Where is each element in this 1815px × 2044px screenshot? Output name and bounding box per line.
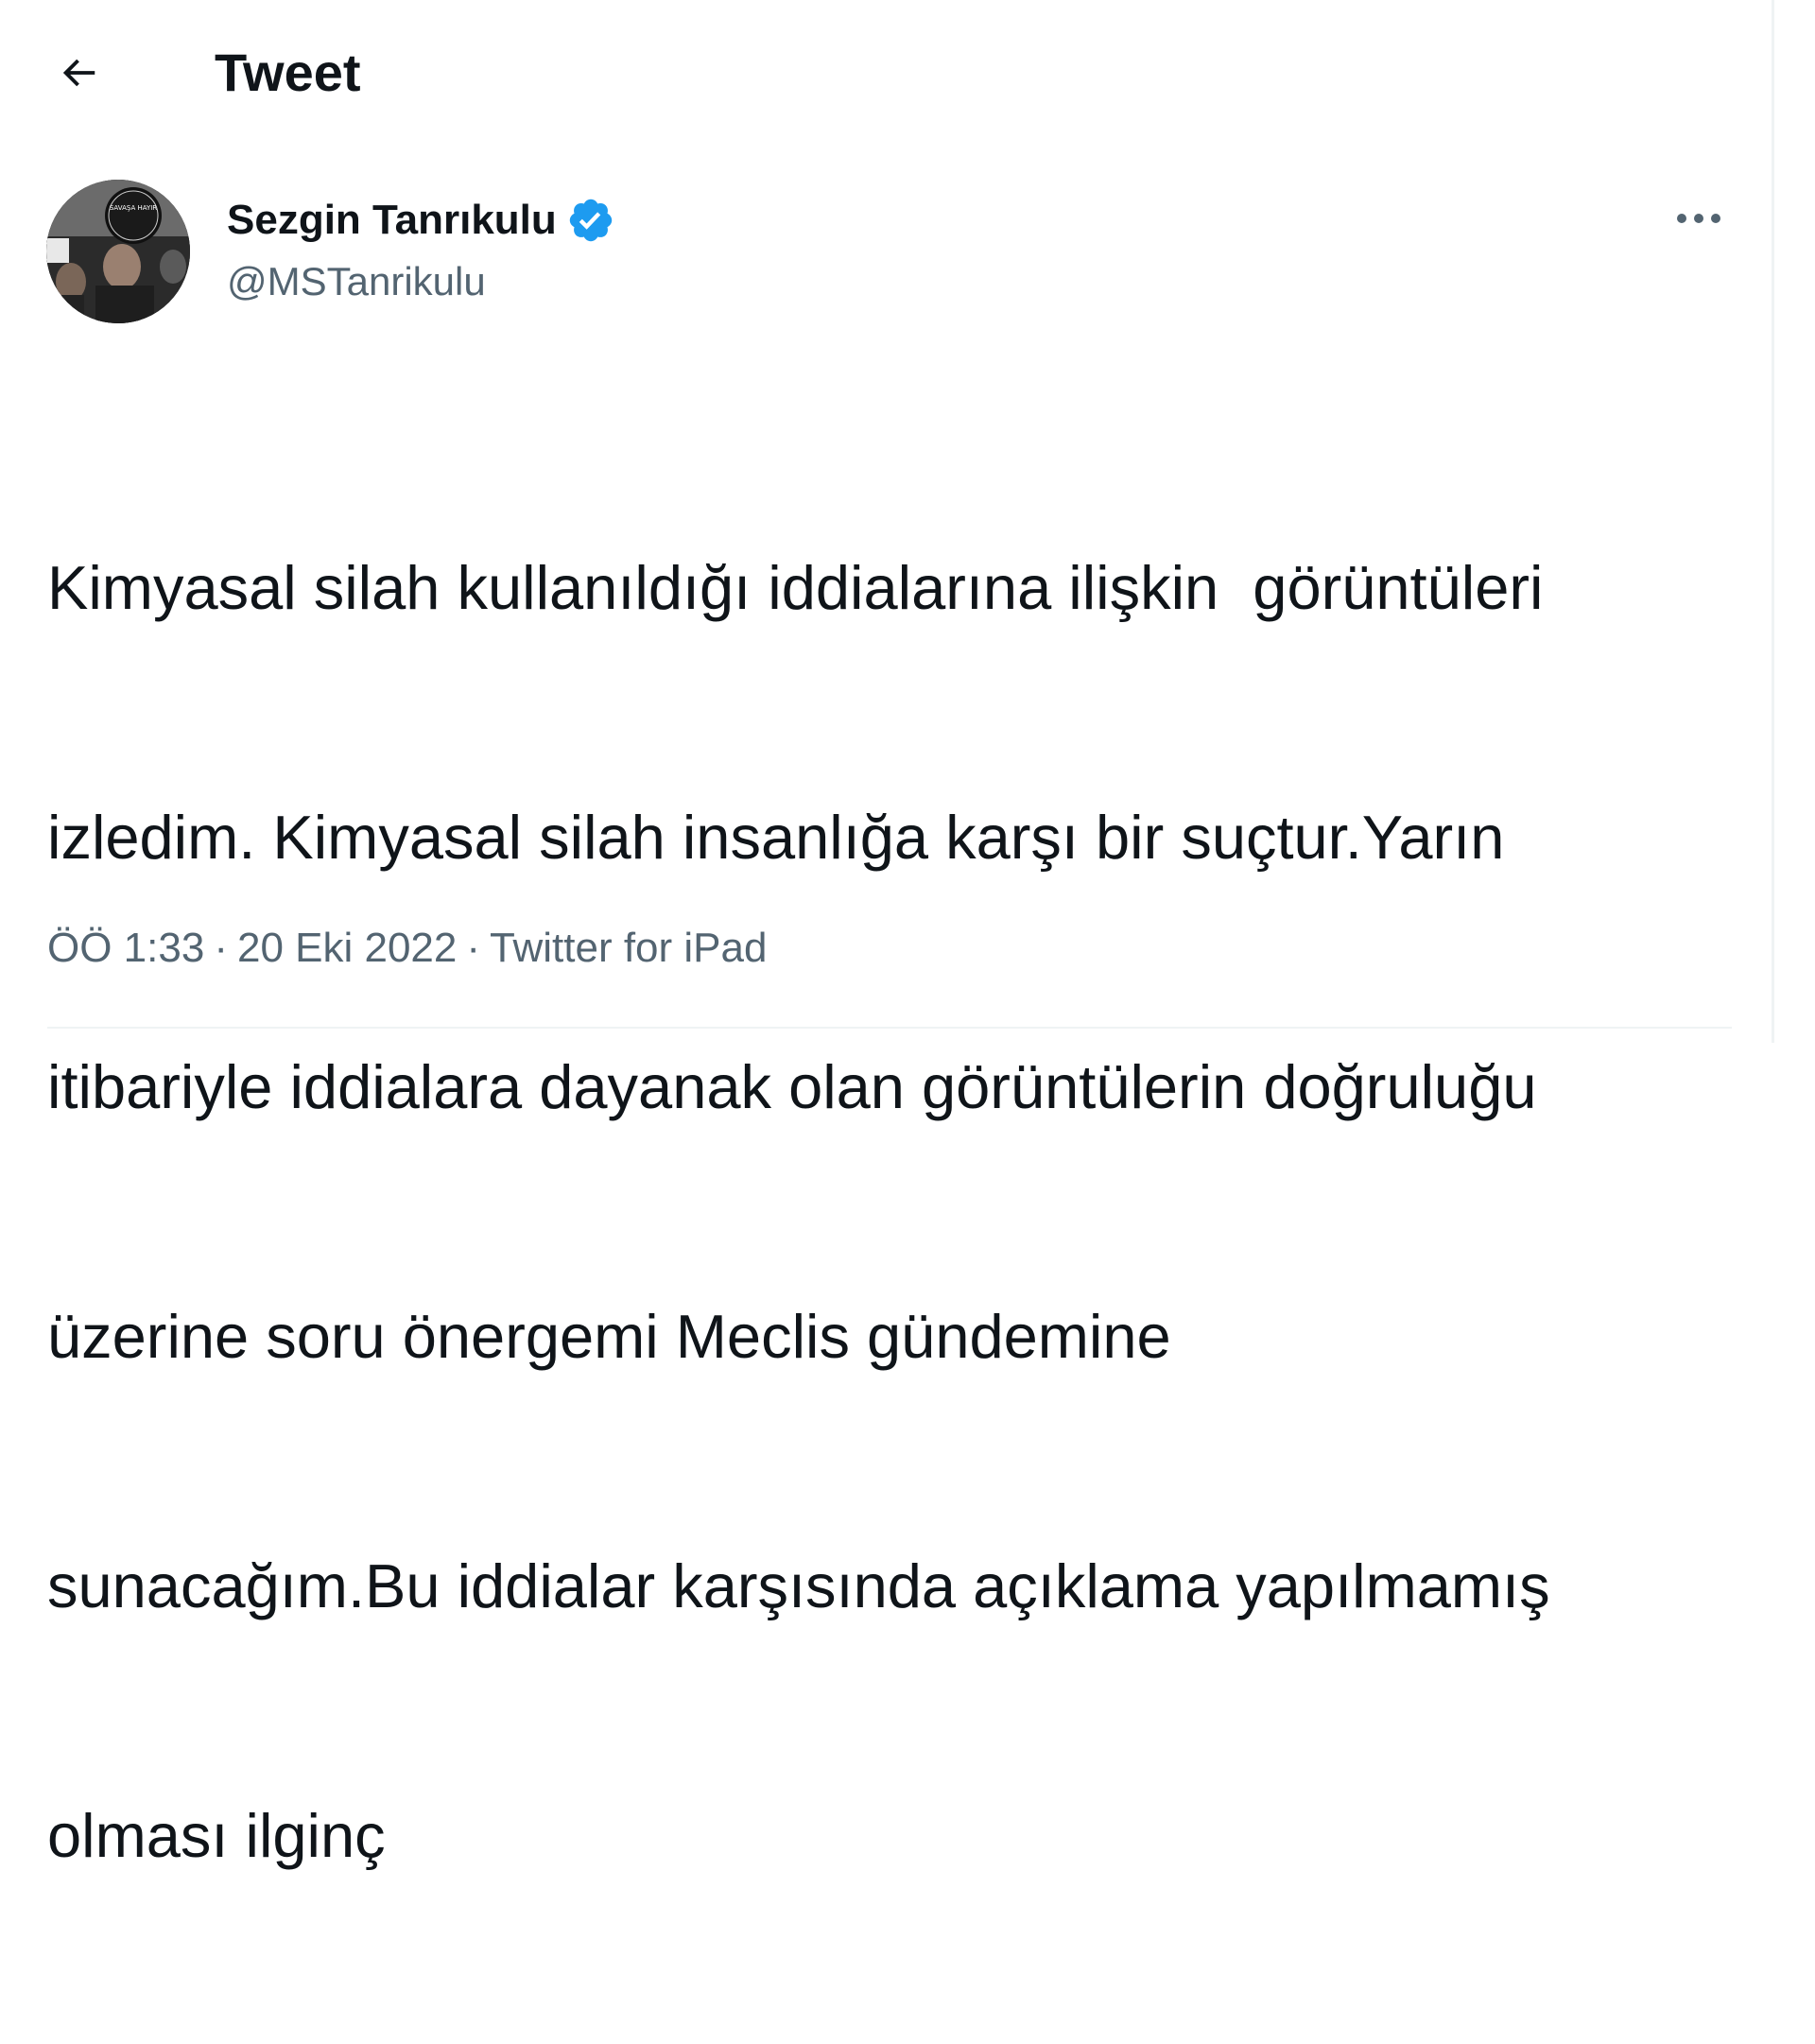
more-button[interactable]: [1666, 197, 1732, 240]
avatar-photo: SAVAŞA HAYIR: [46, 180, 190, 323]
tweet-source[interactable]: Twitter for iPad: [490, 922, 767, 975]
author-handle[interactable]: @MSTanrikulu: [227, 255, 486, 308]
tweet-text-line: sunacağım.Bu iddialar karşısında açıklam…: [47, 1551, 1550, 1620]
tweet-text: Kimyasal silah kullanıldığı iddialarına …: [47, 380, 1739, 2044]
tweet-text-line: Kimyasal silah kullanıldığı iddialarına …: [47, 553, 1544, 622]
meta-separator: ·: [214, 925, 228, 971]
author-name[interactable]: Sezgin Tanrıkulu: [227, 194, 557, 247]
tweet-text-line: itibariyle iddialara dayanak olan görünt…: [47, 1052, 1537, 1121]
tweet-meta: ÖÖ 1:33 · 20 Eki 2022 · Twitter for iPad: [47, 922, 767, 975]
meta-separator: ·: [466, 925, 481, 971]
tweet-time[interactable]: ÖÖ 1:33: [47, 922, 204, 975]
tweet-date[interactable]: 20 Eki 2022: [237, 922, 457, 975]
divider: [47, 1027, 1732, 1029]
arrow-left-icon: [62, 59, 95, 87]
tweet-text-line: üzerine soru önergemi Meclis gündemine: [47, 1302, 1171, 1371]
verified-badge-icon: [566, 196, 615, 245]
page-title: Tweet: [215, 43, 361, 102]
tweet-page: Tweet SAVAŞA HAYIR Sezgin Tanrıkulu @MST…: [0, 0, 1772, 1870]
back-button[interactable]: [45, 40, 112, 106]
more-horizontal-icon: [1677, 214, 1720, 223]
page-header: Tweet: [0, 0, 1772, 142]
column-border: [1772, 0, 1774, 1043]
avatar-sign-text: SAVAŞA HAYIR: [110, 204, 157, 212]
author-name-row[interactable]: Sezgin Tanrıkulu: [227, 194, 615, 247]
tweet-text-line: olması ilginç: [47, 1801, 386, 1870]
tweet-text-line: izledim. Kimyasal silah insanlığa karşı …: [47, 803, 1505, 872]
avatar[interactable]: SAVAŞA HAYIR: [46, 180, 190, 323]
